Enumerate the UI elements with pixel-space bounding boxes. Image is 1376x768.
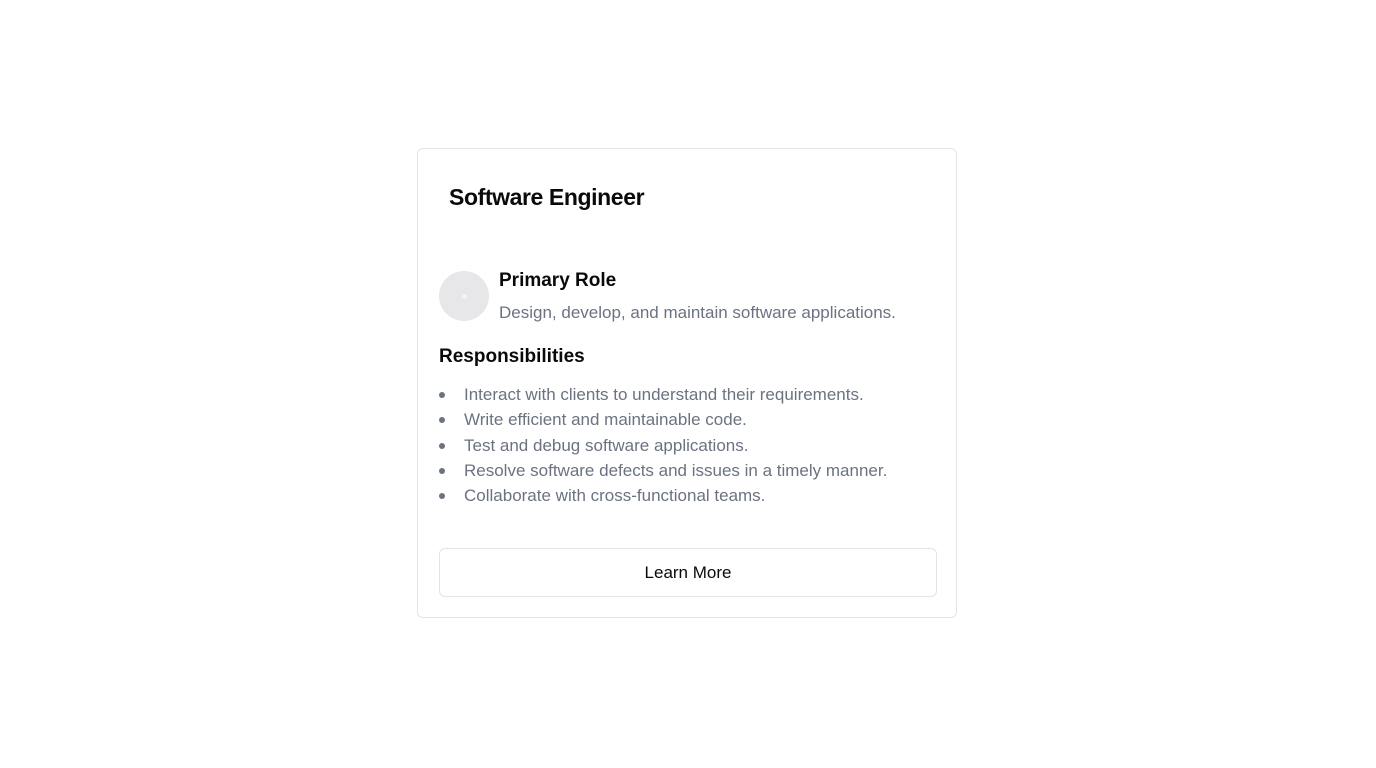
job-card: Software Engineer Primary Role Design, d… (417, 148, 957, 618)
placeholder-image-icon (461, 293, 467, 299)
learn-more-button[interactable]: Learn More (439, 548, 937, 597)
responsibility-item: Test and debug software applications. (439, 433, 887, 458)
role-avatar (439, 271, 489, 321)
responsibility-item: Resolve software defects and issues in a… (439, 458, 887, 483)
card-title: Software Engineer (449, 184, 645, 210)
responsibilities-list: Interact with clients to understand thei… (439, 382, 887, 508)
primary-role-description: Design, develop, and maintain software a… (499, 303, 896, 322)
responsibilities-heading: Responsibilities (439, 346, 585, 367)
responsibility-item: Write efficient and maintainable code. (439, 407, 887, 432)
responsibility-item: Interact with clients to understand thei… (439, 382, 887, 407)
primary-role-heading: Primary Role (499, 270, 617, 291)
responsibility-item: Collaborate with cross-functional teams. (439, 483, 887, 508)
